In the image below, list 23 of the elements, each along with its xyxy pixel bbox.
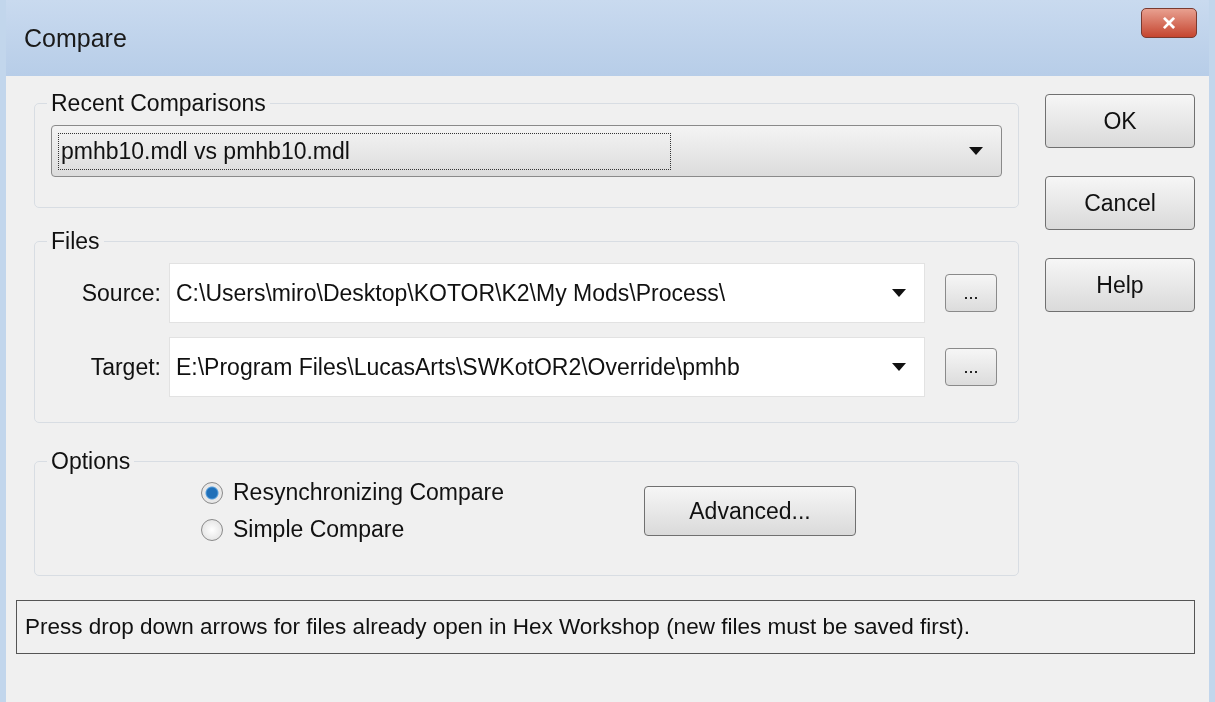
- dialog-button[interactable]: Cancel: [1045, 176, 1195, 230]
- caret-icon: [892, 289, 906, 297]
- status-bar: Press drop down arrows for files already open in Hex Workshop (new files must be saved first).: [16, 600, 1195, 654]
- browse-button[interactable]: ...: [945, 274, 997, 312]
- window-title: Compare: [24, 23, 127, 53]
- group-label: Options: [50, 448, 132, 475]
- browse-button[interactable]: ...: [945, 348, 997, 386]
- caret-icon: [969, 147, 983, 155]
- radio-label[interactable]: Simple Compare: [233, 516, 405, 543]
- advanced-button[interactable]: Advanced...: [644, 486, 856, 536]
- radio-button[interactable]: [201, 518, 223, 541]
- path-dropdown[interactable]: C:\Users\miro\Desktop\KOTOR\K2\My Mods\Process\: [169, 263, 925, 323]
- field-label: Target:: [89, 353, 162, 381]
- path-dropdown[interactable]: E:\Program Files\LucasArts\SWKotOR2\Override\pmhb: [169, 337, 925, 397]
- recent-comparisons-dropdown[interactable]: pmhb10.mdl vs pmhb10.mdl: [51, 125, 1002, 177]
- dialog-button[interactable]: OK: [1045, 94, 1195, 148]
- field-label: Source:: [80, 279, 162, 307]
- radio-label[interactable]: Resynchronizing Compare: [233, 479, 504, 506]
- dialog-button[interactable]: Help: [1045, 258, 1195, 312]
- caret-icon: [892, 363, 906, 371]
- group-label: Recent Comparisons: [50, 90, 267, 117]
- group-label: Files: [50, 228, 101, 255]
- radio-button[interactable]: [201, 481, 223, 504]
